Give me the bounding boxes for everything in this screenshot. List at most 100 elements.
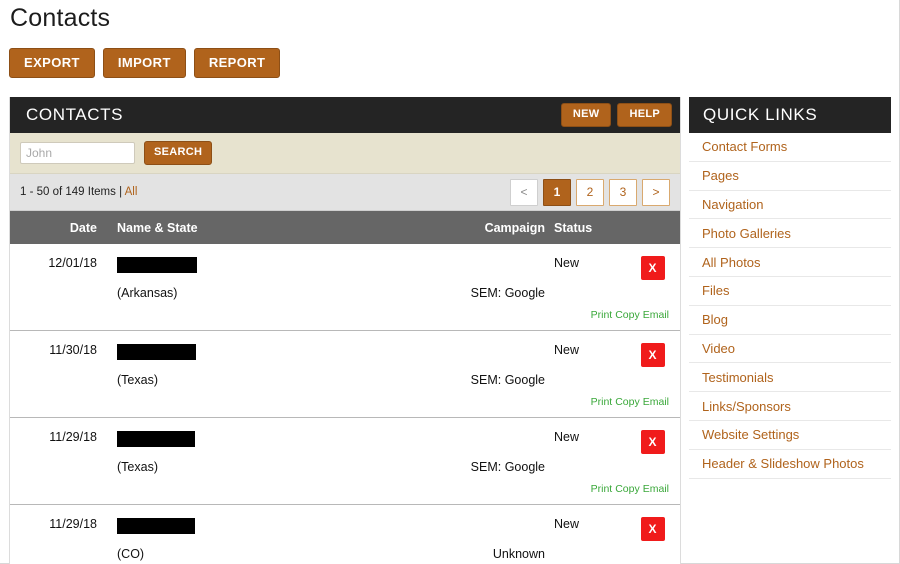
cell-actions: X [625,430,680,454]
email-link[interactable]: Email [643,483,669,495]
quick-links-panel: QUICK LINKS Contact Forms Pages Navigation… [689,97,891,479]
quick-link-item[interactable]: Testimonials [689,363,891,393]
table-row: 11/30/18 New X (Texas) SEM: Google Print Copy E… [10,331,680,418]
quick-link-label: Contact Forms [702,139,788,155]
print-link[interactable]: Print [591,309,613,321]
column-header-date: Date [69,220,97,235]
print-link[interactable]: Print [591,396,613,408]
delete-contact-button[interactable]: X [640,517,665,541]
quick-link-label: Files [702,283,730,299]
cell-campaign: Unknown [492,547,545,561]
cell-campaign: SEM: Google [470,373,545,387]
quick-link-item[interactable]: Files [689,277,891,306]
email-link[interactable]: Email [643,309,669,321]
copy-link[interactable]: Copy [615,396,640,408]
row-action-links: Print Copy Email [588,483,669,495]
quick-link-label: Header & Slideshow Photos [702,456,864,472]
email-link[interactable]: Email [643,396,669,408]
quick-link-label: Testimonials [702,369,774,385]
quick-links-title: QUICK LINKS [689,97,891,133]
redacted-name [117,430,195,447]
cell-state: (Texas) [117,373,158,387]
quick-link-item[interactable]: Header & Slideshow Photos [689,450,891,479]
contacts-panel-header: CONTACTS NEW HELP [10,97,680,133]
table-row: 11/29/18 New X (Texas) SEM: Google Print Copy E… [10,418,680,505]
quick-link-item[interactable]: Blog [689,306,891,335]
import-button[interactable]: IMPORT [102,48,186,78]
quick-link-item[interactable]: Pages [689,162,891,191]
table-row: 11/29/18NewX(CO)UnknownPrintCopyEmail [10,505,680,564]
redacted-name [117,343,196,360]
result-count-text: 1 - 50 of 149 Items | [20,186,125,198]
delete-contact-button[interactable]: X [640,256,665,280]
cell-actions: X [625,517,680,541]
contacts-panel-title: CONTACTS [26,105,124,124]
quick-link-item[interactable]: Photo Galleries [689,219,891,249]
search-button[interactable]: SEARCH [144,141,213,165]
contacts-table-body: 12/01/18 New X (Arkansas) SEM: Google Print Co… [10,244,680,564]
quick-link-label: Website Settings [702,427,800,443]
cell-name [107,517,425,535]
row-action-links: Print Copy Email [588,309,669,321]
quick-link-item[interactable]: Navigation [689,191,891,220]
cell-state: (Texas) [117,460,158,474]
quick-link-label: All Photos [702,254,761,270]
cell-campaign: SEM: Google [470,286,545,300]
column-header-campaign: Campaign [484,220,545,235]
page-button-2[interactable]: 2 [576,178,604,206]
page-next-button[interactable]: > [642,178,670,206]
table-row: 12/01/18 New X (Arkansas) SEM: Google Print Co… [10,244,680,331]
copy-link[interactable]: Copy [615,483,640,495]
cell-date: 11/30/18 [49,343,97,357]
cell-date: 12/01/18 [48,256,97,270]
quick-link-item[interactable]: All Photos [689,248,891,277]
cell-date: 11/29/18 [49,430,97,444]
redacted-name [117,517,195,534]
cell-actions: X [625,343,680,367]
page-button-3[interactable]: 3 [609,178,637,206]
cell-name [107,343,425,361]
quick-link-label: Links/Sponsors [702,398,791,414]
quick-link-label: Pages [702,168,739,184]
help-button[interactable]: HELP [617,103,672,127]
quick-link-item[interactable]: Links/Sponsors [689,392,891,421]
column-header-status: Status [554,220,593,235]
cell-campaign: SEM: Google [470,460,545,474]
quick-link-item[interactable]: Video [689,335,891,364]
page-toolbar: EXPORT IMPORT REPORT [9,48,281,78]
cell-date: 11/29/18 [49,517,97,531]
cell-status: New [554,517,580,531]
pagination-bar: 1 - 50 of 149 Items | All < 1 2 3 > [10,174,680,211]
cell-status: New [554,343,580,357]
row-action-links: Print Copy Email [588,396,669,408]
cell-status: New [554,256,580,270]
cell-name [107,430,425,448]
quick-links-list: Contact Forms Pages Navigation Photo Galler… [689,133,891,479]
delete-contact-button[interactable]: X [640,430,665,454]
quick-link-item[interactable]: Contact Forms [689,133,891,162]
page-button-1[interactable]: 1 [543,178,571,206]
contacts-page: Contacts EXPORT IMPORT REPORT CONTACTS N… [0,0,900,564]
redacted-name [117,256,197,273]
quick-link-label: Navigation [702,196,764,212]
export-button[interactable]: EXPORT [9,48,95,78]
cell-state: (CO) [117,547,145,561]
quick-link-item[interactable]: Website Settings [689,421,891,450]
show-all-link[interactable]: All [125,186,138,198]
report-button[interactable]: REPORT [193,48,281,78]
page-prev-button[interactable]: < [510,178,538,206]
print-link[interactable]: Print [591,483,613,495]
contacts-panel-header-actions: NEW HELP [560,103,672,127]
copy-link[interactable]: Copy [615,309,640,321]
delete-contact-button[interactable]: X [640,343,665,367]
quick-link-label: Video [702,340,736,356]
cell-name [107,256,425,274]
quick-link-label: Blog [702,312,729,328]
contacts-panel: CONTACTS NEW HELP SEARCH 1 - 50 of 149 I… [9,97,681,564]
result-count: 1 - 50 of 149 Items | All [20,186,510,198]
cell-state: (Arkansas) [117,286,178,300]
cell-actions: X [625,256,680,280]
new-contact-button[interactable]: NEW [560,103,612,127]
search-input[interactable] [20,142,135,164]
cell-status: New [554,430,580,444]
